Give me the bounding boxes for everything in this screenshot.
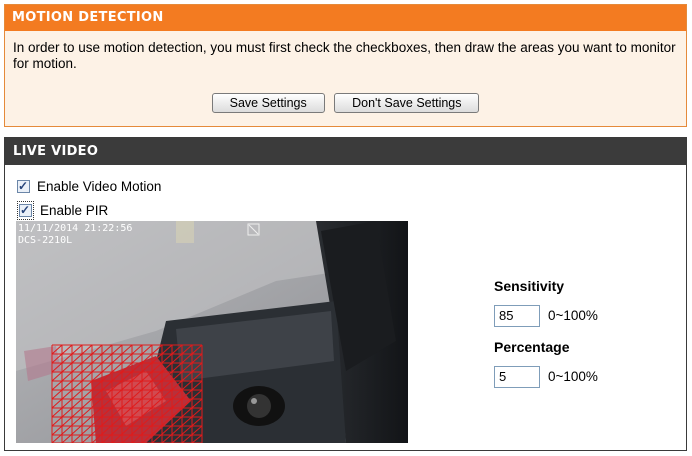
video-timestamp: 11/11/2014 21:22:56: [18, 223, 133, 234]
enable-video-motion-label: Enable Video Motion: [37, 179, 162, 194]
focus-outline: ✓: [17, 201, 34, 220]
percentage-label: Percentage: [494, 339, 570, 355]
checkmark-icon: ✓: [20, 203, 31, 217]
motion-detection-panel: MOTION DETECTION In order to use motion …: [4, 4, 687, 127]
sensitivity-input[interactable]: 85: [494, 305, 540, 327]
percentage-input[interactable]: 5: [494, 366, 540, 388]
video-camera-name: DCS-2210L: [18, 235, 73, 246]
video-frame-image: [16, 221, 408, 443]
enable-video-motion-row[interactable]: ✓ Enable Video Motion: [17, 178, 161, 195]
motion-detection-title: MOTION DETECTION: [5, 5, 686, 31]
checkmark-icon: ✓: [18, 179, 29, 193]
enable-pir-label: Enable PIR: [40, 203, 109, 218]
motion-detection-buttons: Save Settings Don't Save Settings: [5, 93, 686, 113]
percentage-range: 0~100%: [548, 369, 598, 384]
sensitivity-label: Sensitivity: [494, 278, 565, 294]
sensitivity-range: 0~100%: [548, 308, 598, 323]
save-settings-button[interactable]: Save Settings: [211, 93, 325, 113]
motion-detection-instructions: In order to use motion detection, you mu…: [13, 40, 676, 71]
enable-pir-checkbox[interactable]: ✓: [19, 203, 32, 217]
live-video-feed[interactable]: 11/11/2014 21:22:56 DCS-2210L: [16, 221, 408, 443]
enable-video-motion-checkbox[interactable]: ✓: [17, 179, 30, 193]
live-video-title: LIVE VIDEO: [5, 138, 686, 165]
enable-pir-row[interactable]: ✓ Enable PIR: [17, 201, 109, 220]
dont-save-settings-button[interactable]: Don't Save Settings: [334, 93, 480, 113]
live-video-panel: LIVE VIDEO ✓ Enable Video Motion ✓ Enable …: [4, 137, 687, 451]
